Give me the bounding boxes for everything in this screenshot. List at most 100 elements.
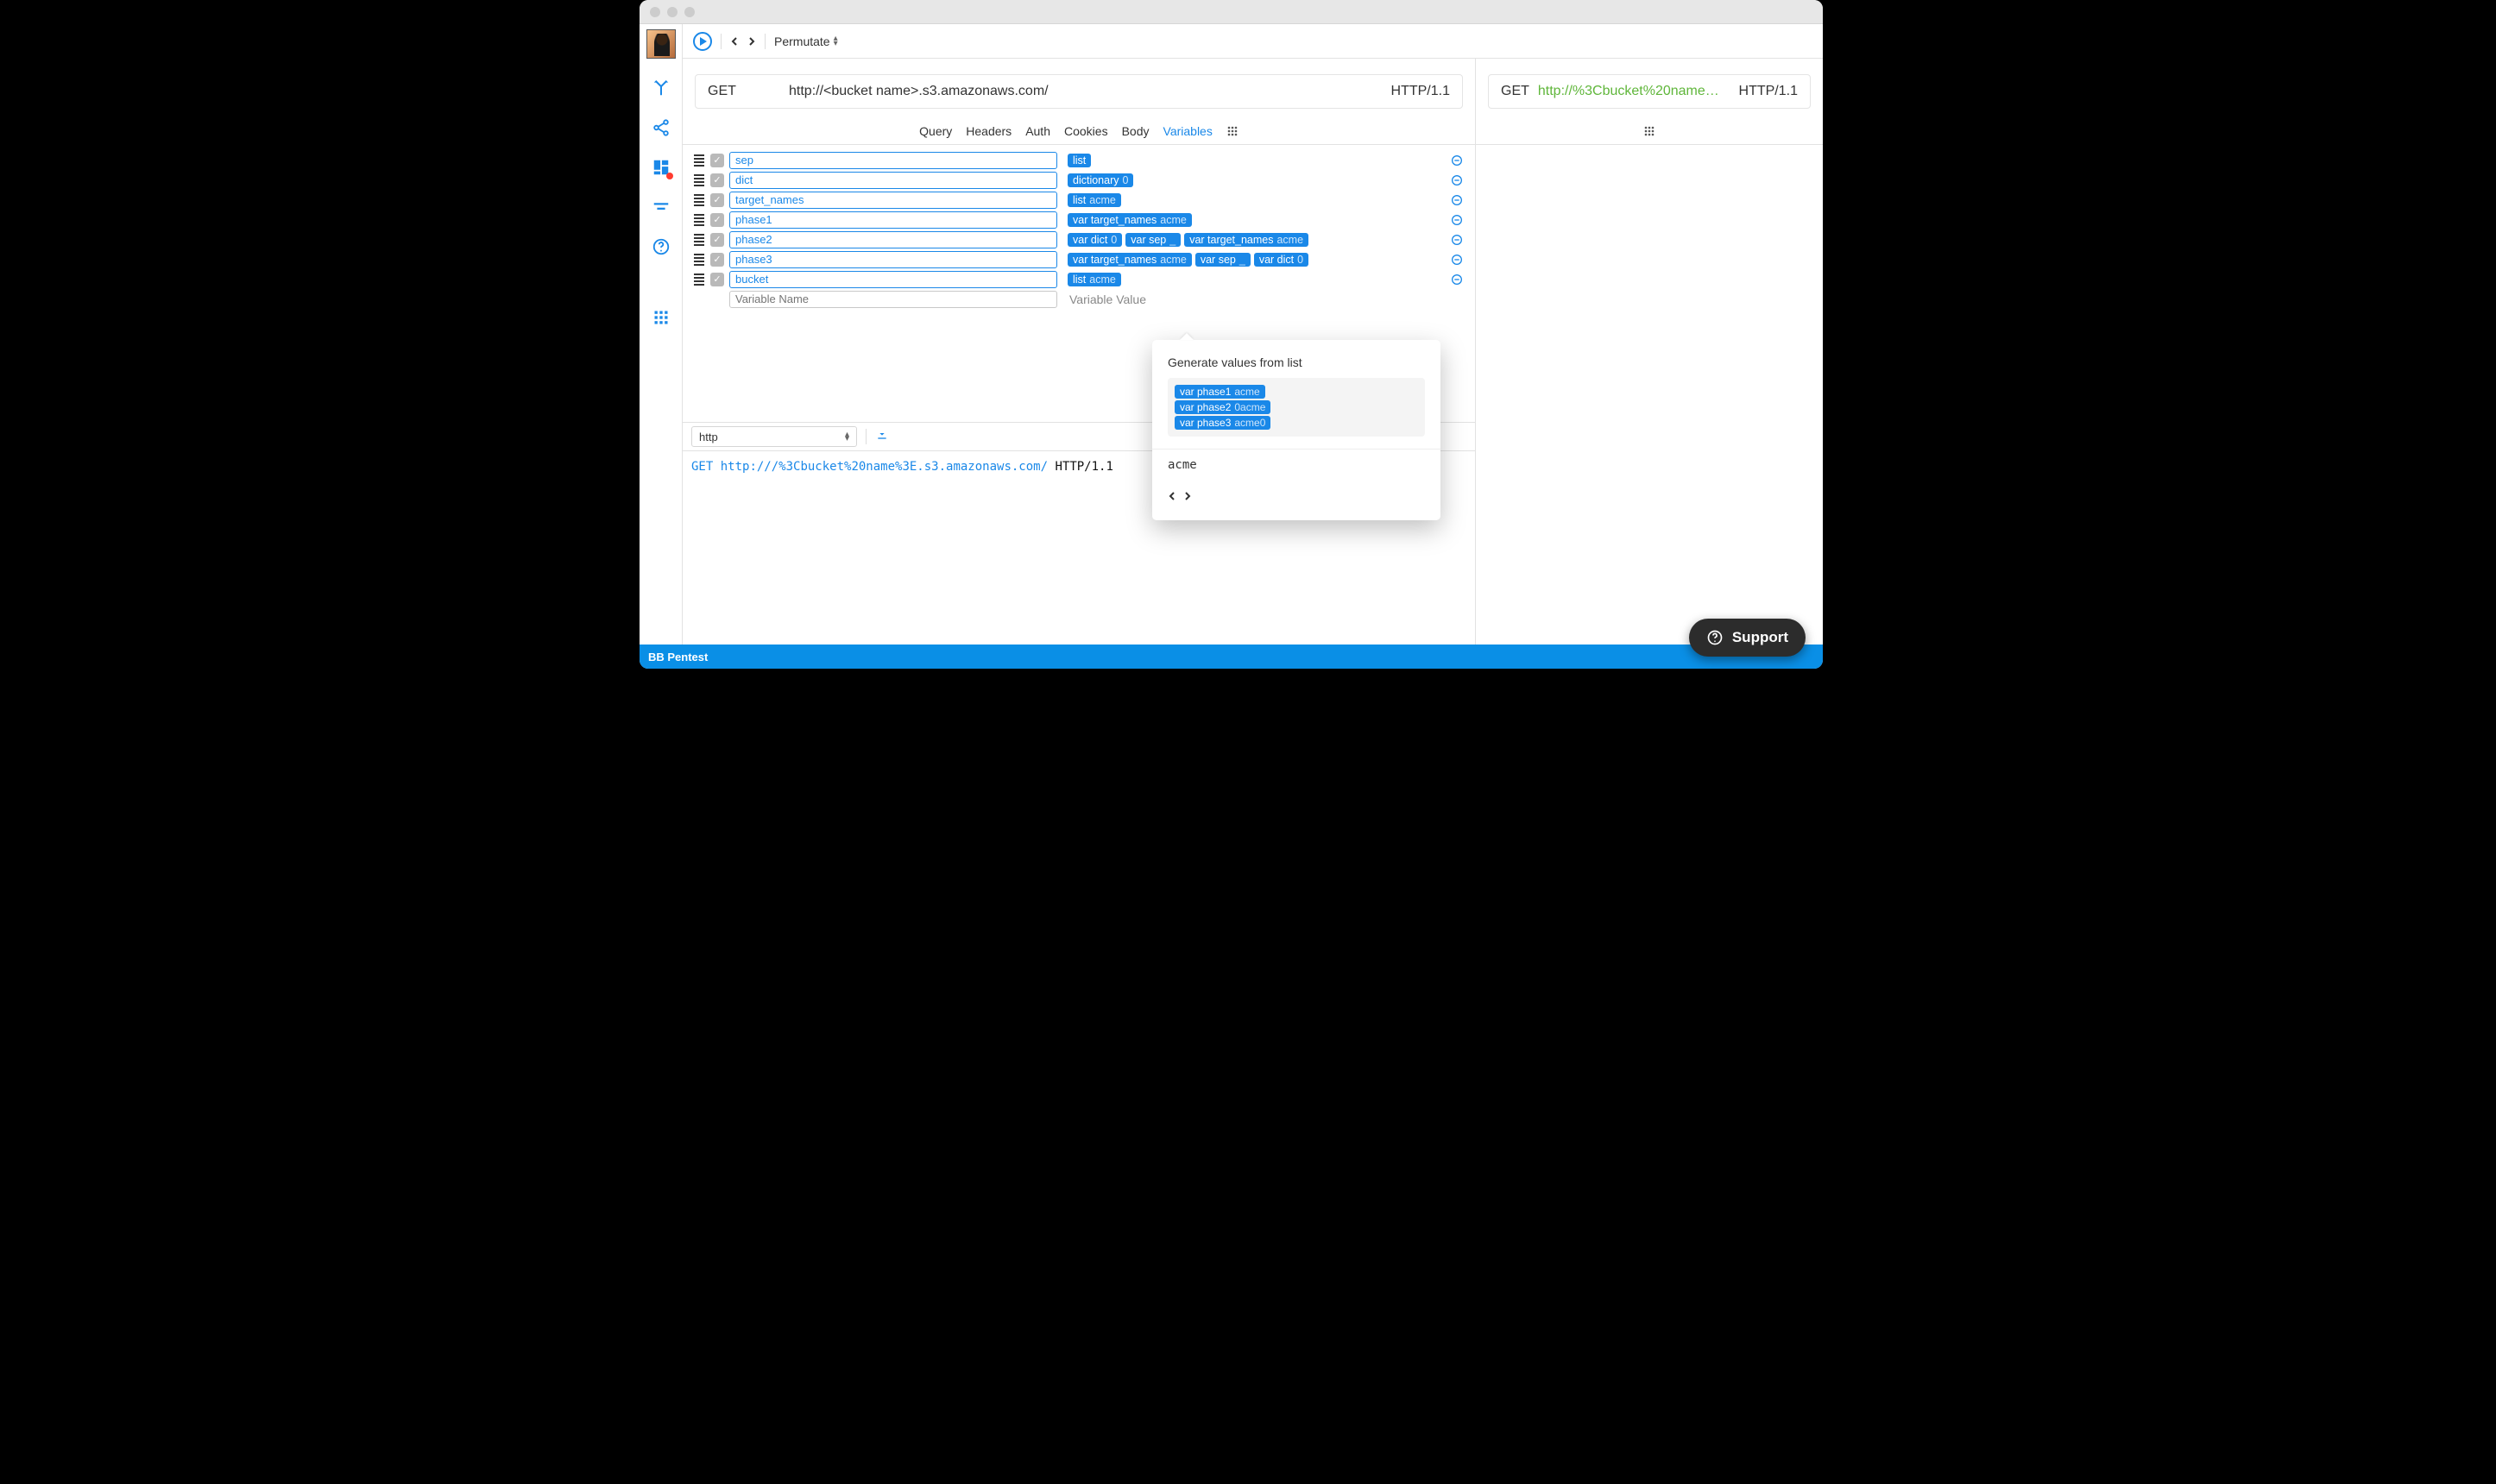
variable-value[interactable]: var target_names acme xyxy=(1062,213,1444,227)
filter-icon[interactable] xyxy=(651,197,671,217)
value-pill[interactable]: var phase3 acme0 xyxy=(1175,416,1270,430)
value-pill[interactable]: var phase2 0acme xyxy=(1175,400,1270,414)
drag-handle-icon[interactable] xyxy=(693,194,705,206)
remove-button[interactable] xyxy=(1449,173,1465,188)
avatar[interactable] xyxy=(646,29,676,59)
variable-row: ✓ var target_names acmevar sep _var dict … xyxy=(693,249,1465,269)
tab-query[interactable]: Query xyxy=(919,124,952,138)
enable-checkbox[interactable]: ✓ xyxy=(710,273,724,286)
apps-grid-icon[interactable] xyxy=(651,307,671,328)
popup-sample: acme xyxy=(1152,449,1440,481)
variable-name-input[interactable] xyxy=(729,211,1057,229)
titlebar xyxy=(640,0,1823,24)
variable-name-input[interactable] xyxy=(729,271,1057,288)
tab-body[interactable]: Body xyxy=(1122,124,1150,138)
value-pill[interactable]: var dict 0 xyxy=(1068,233,1122,247)
status-bar: BB Pentest xyxy=(640,645,1823,669)
raw-method: GET xyxy=(691,460,713,474)
traffic-light-minimize[interactable] xyxy=(667,7,678,17)
mode-selector[interactable]: Permutate ▴▾ xyxy=(774,35,838,48)
value-pill[interactable]: list acme xyxy=(1068,193,1121,207)
branch-icon[interactable] xyxy=(651,78,671,98)
variable-value[interactable]: var dict 0var sep _var target_names acme xyxy=(1062,233,1444,247)
remove-button[interactable] xyxy=(1449,192,1465,208)
variable-name-input[interactable] xyxy=(729,192,1057,209)
traffic-light-close[interactable] xyxy=(650,7,660,17)
popup-body: var phase1 acmevar phase2 0acme var phase… xyxy=(1168,378,1425,437)
value-pill[interactable]: list xyxy=(1068,154,1091,167)
output-format-select[interactable]: http ▴▾ xyxy=(691,426,857,447)
drag-handle-icon[interactable] xyxy=(693,174,705,186)
mode-label: Permutate xyxy=(774,35,830,48)
variable-value[interactable]: var target_names acmevar sep _var dict 0 xyxy=(1062,253,1444,267)
history-back-button[interactable] xyxy=(730,37,739,46)
enable-checkbox[interactable]: ✓ xyxy=(710,173,724,187)
toolbar: Permutate ▴▾ xyxy=(683,24,1823,59)
variable-value[interactable]: Variable Value xyxy=(1062,292,1444,306)
variable-name-input[interactable] xyxy=(729,231,1057,248)
remove-button[interactable] xyxy=(1449,153,1465,168)
variable-name-input[interactable] xyxy=(729,251,1057,268)
popup-prev-button[interactable] xyxy=(1168,489,1176,505)
preview-request-box: GET http://%3Cbucket%20name%3E… HTTP/1.1 xyxy=(1488,74,1811,109)
request-box[interactable]: GET http://<bucket name>.s3.amazonaws.co… xyxy=(695,74,1463,109)
popup-next-button[interactable] xyxy=(1183,489,1192,505)
history-forward-button[interactable] xyxy=(747,37,756,46)
value-pill[interactable]: var sep _ xyxy=(1195,253,1251,267)
value-pill[interactable]: var target_names acme xyxy=(1068,253,1192,267)
value-pill[interactable]: var target_names acme xyxy=(1184,233,1308,247)
variable-value[interactable]: list acme xyxy=(1062,193,1444,207)
remove-button[interactable] xyxy=(1449,252,1465,267)
remove-button[interactable] xyxy=(1449,212,1465,228)
variable-row: ✓ var dict 0var sep _var target_names acm… xyxy=(693,230,1465,249)
variable-name-input[interactable] xyxy=(729,172,1057,189)
help-icon[interactable] xyxy=(651,236,671,257)
variable-row-new: ✓Variable Value xyxy=(693,289,1465,309)
dashboard-icon[interactable] xyxy=(651,157,671,178)
raw-url: http:///%3Cbucket%20name%3E.s3.amazonaws… xyxy=(721,460,1048,474)
enable-checkbox[interactable]: ✓ xyxy=(710,233,724,247)
traffic-light-zoom[interactable] xyxy=(684,7,695,17)
left-nav xyxy=(640,24,683,645)
drag-grip-icon[interactable] xyxy=(1643,125,1655,137)
value-pill[interactable]: list acme xyxy=(1068,273,1121,286)
separator xyxy=(721,34,722,49)
enable-checkbox[interactable]: ✓ xyxy=(710,193,724,207)
drag-handle-icon[interactable] xyxy=(693,274,705,286)
raw-proto: HTTP/1.1 xyxy=(1055,460,1112,474)
drag-grip-icon[interactable] xyxy=(1226,125,1239,137)
request-tabs: Query Headers Auth Cookies Body Variable… xyxy=(683,117,1475,145)
value-pill[interactable]: dictionary 0 xyxy=(1068,173,1133,187)
variable-name-input[interactable] xyxy=(729,152,1057,169)
preview-protocol: HTTP/1.1 xyxy=(1739,84,1798,99)
separator xyxy=(765,34,766,49)
value-pill[interactable]: var target_names acme xyxy=(1068,213,1192,227)
enable-checkbox[interactable]: ✓ xyxy=(710,154,724,167)
value-pill[interactable]: var phase1 acme xyxy=(1175,385,1265,399)
variable-value[interactable]: list acme xyxy=(1062,273,1444,286)
run-button[interactable] xyxy=(693,32,712,51)
tab-auth[interactable]: Auth xyxy=(1025,124,1050,138)
drag-handle-icon[interactable] xyxy=(693,214,705,226)
enable-checkbox[interactable]: ✓ xyxy=(710,253,724,267)
drag-handle-icon[interactable] xyxy=(693,234,705,246)
value-pill[interactable]: var dict 0 xyxy=(1254,253,1308,267)
support-button[interactable]: Support xyxy=(1689,619,1806,657)
download-icon[interactable] xyxy=(875,428,889,446)
drag-handle-icon[interactable] xyxy=(693,254,705,266)
share-icon[interactable] xyxy=(651,117,671,138)
drag-handle-icon[interactable] xyxy=(693,154,705,167)
variable-name-input[interactable] xyxy=(729,291,1057,308)
tab-headers[interactable]: Headers xyxy=(966,124,1012,138)
remove-button[interactable] xyxy=(1449,232,1465,248)
tab-cookies[interactable]: Cookies xyxy=(1064,124,1108,138)
value-pill[interactable]: var sep _ xyxy=(1125,233,1181,247)
variable-value[interactable]: list xyxy=(1062,154,1444,167)
tab-variables[interactable]: Variables xyxy=(1163,124,1213,138)
popup-title: Generate values from list xyxy=(1152,340,1440,378)
variable-row: ✓ dictionary 0 xyxy=(693,170,1465,190)
variable-value[interactable]: dictionary 0 xyxy=(1062,173,1444,187)
remove-button[interactable] xyxy=(1449,272,1465,287)
enable-checkbox[interactable]: ✓ xyxy=(710,213,724,227)
preview-url: http://%3Cbucket%20name%3E… xyxy=(1538,84,1730,99)
